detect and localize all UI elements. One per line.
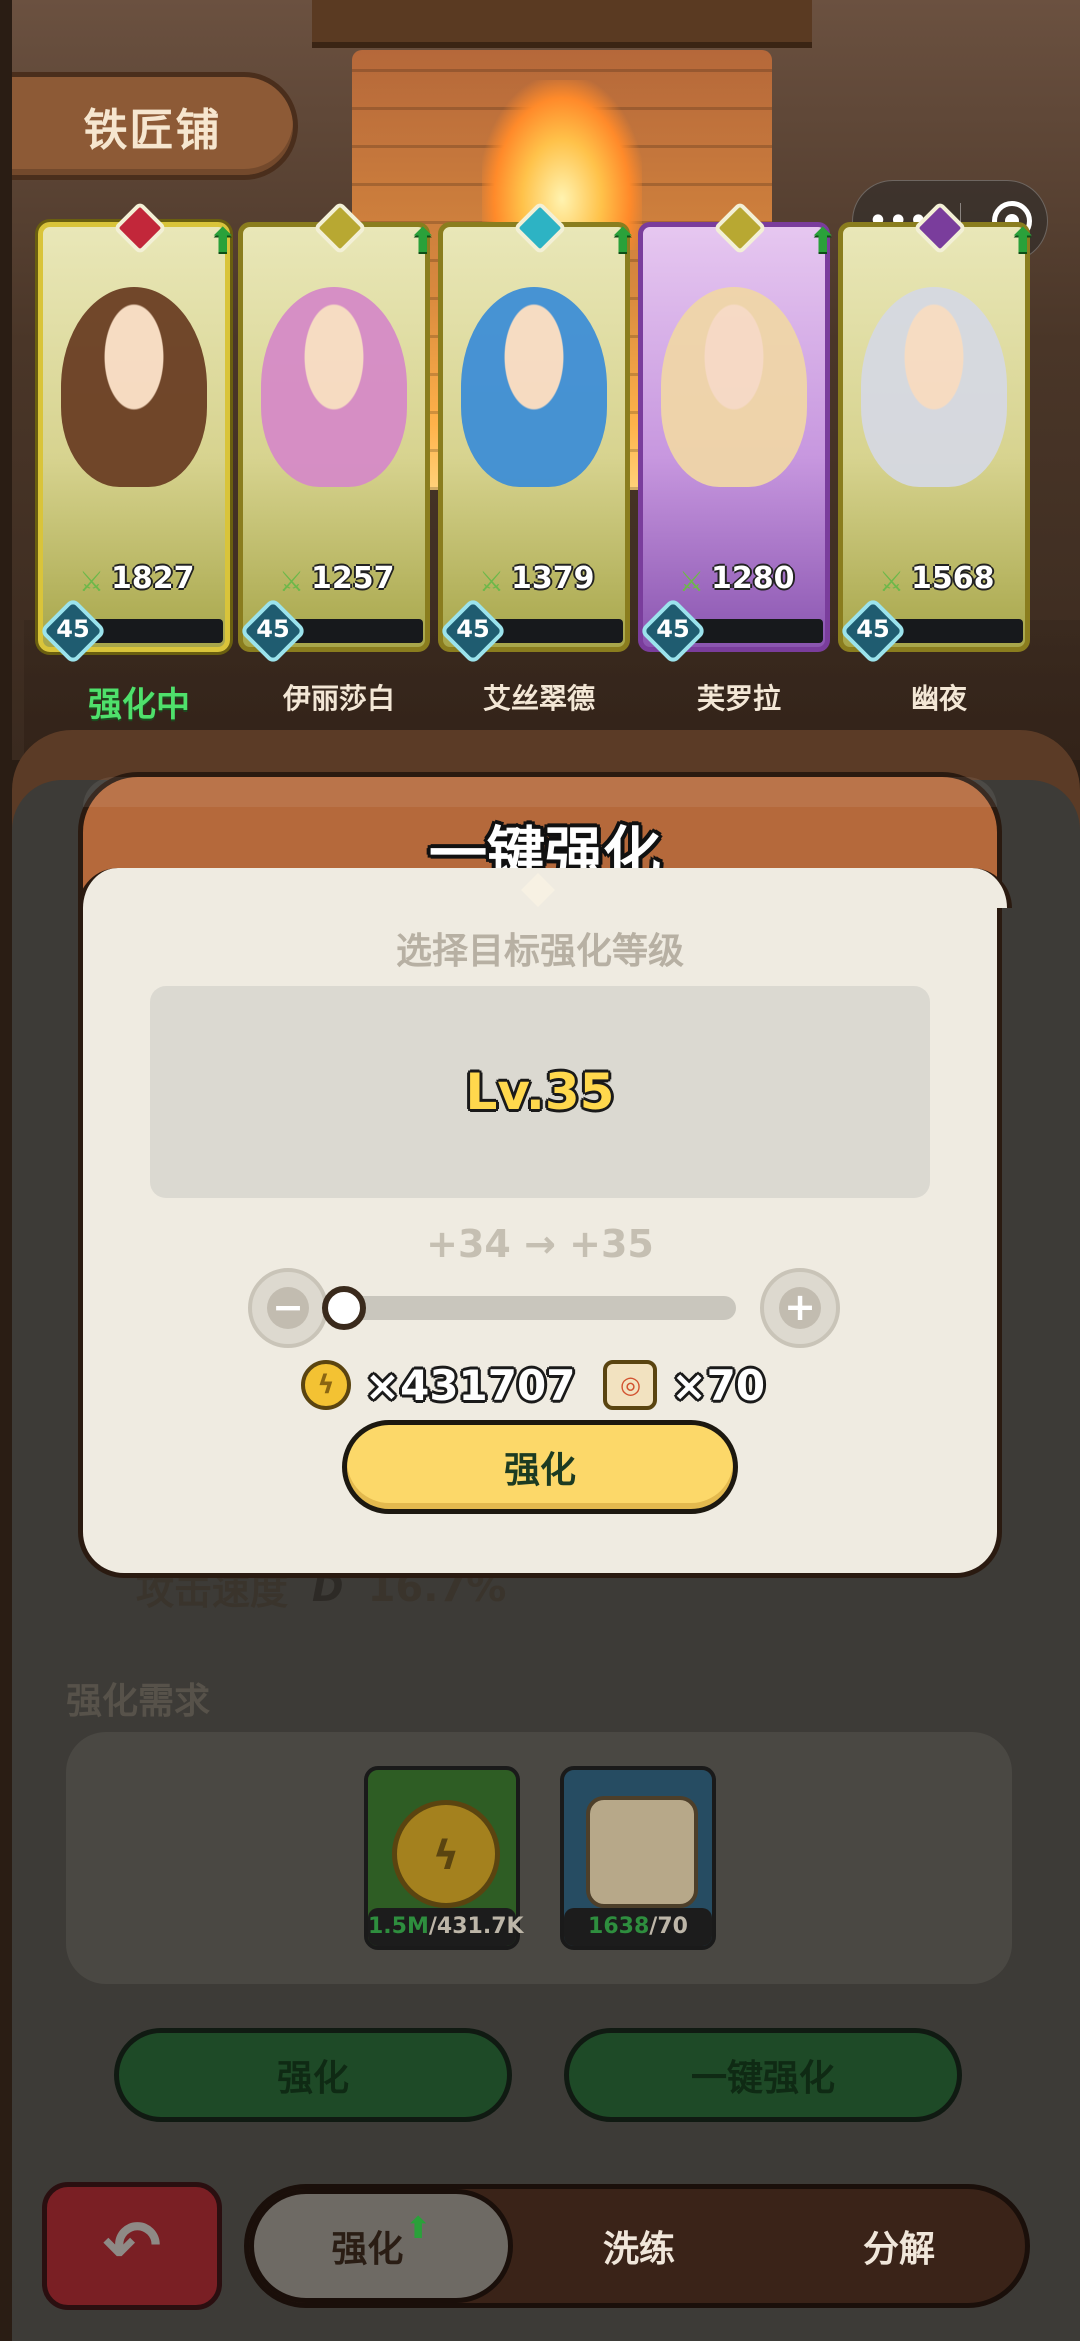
confirm-enhance-button[interactable]: 强化 bbox=[342, 1420, 738, 1514]
enhance-button[interactable]: 强化 bbox=[114, 2028, 512, 2122]
scroll-count: 1638/70 bbox=[564, 1908, 712, 1946]
class-emblem-icon bbox=[313, 201, 367, 255]
minus-icon: − bbox=[267, 1287, 309, 1329]
upgrade-arrow-icon: ⬆ bbox=[808, 221, 838, 261]
hero-power: 1827 bbox=[111, 561, 195, 596]
one-click-enhance-dialog: 一键强化 选择目标强化等级 Lv.35 +34 → +35 − + ϟ ×431… bbox=[78, 772, 1012, 1578]
hero-card[interactable]: ⬆ ⚔ 1568 45 幽夜 bbox=[838, 201, 1037, 715]
upgrade-arrow-icon: ⬆ bbox=[208, 221, 238, 261]
one-click-enhance-button[interactable]: 一键强化 bbox=[564, 2028, 962, 2122]
hero-name: 强化中 bbox=[88, 685, 190, 725]
hero-level: 45 bbox=[56, 615, 90, 643]
upgrade-arrow-icon: ⬆ bbox=[405, 2210, 431, 2246]
class-emblem-icon bbox=[913, 201, 967, 255]
tab-refine-label: 洗练 bbox=[602, 2229, 675, 2270]
dialog-subtitle: 选择目标强化等级 bbox=[395, 931, 684, 972]
requirements-box bbox=[66, 1732, 1012, 1984]
hero-card[interactable]: ⬆ ⚔ 1280 45 芙罗拉 bbox=[638, 201, 837, 715]
hero-card[interactable]: ⬆ ⚔ 1827 45 强化中 bbox=[38, 201, 237, 725]
hero-portrait bbox=[261, 287, 407, 487]
sword-icon: ⚔ bbox=[279, 565, 305, 598]
cost-row: ϟ ×431707 ◎ ×70 bbox=[78, 1350, 1002, 1420]
target-level-display: Lv.35 bbox=[150, 986, 930, 1198]
hero-name: 伊丽莎白 bbox=[282, 682, 395, 715]
hero-name: 芙罗拉 bbox=[696, 682, 781, 715]
scroll-icon: ◎ bbox=[603, 1360, 658, 1410]
hero-level: 45 bbox=[656, 615, 690, 643]
class-emblem-icon bbox=[713, 201, 767, 255]
title-banner: 铁匠铺 bbox=[12, 72, 298, 180]
class-emblem-icon bbox=[513, 201, 567, 255]
requirement-coin[interactable]: ϟ 1.5M/431.7K bbox=[364, 1766, 524, 1950]
hero-portrait bbox=[461, 287, 607, 487]
scroll-icon bbox=[586, 1796, 698, 1908]
hero-power: 1257 bbox=[311, 561, 395, 596]
requirements-title: 强化需求 bbox=[66, 1681, 211, 1722]
upgrade-arrow-icon: ⬆ bbox=[608, 221, 638, 261]
hero-level: 45 bbox=[256, 615, 290, 643]
hero-level: 45 bbox=[856, 615, 890, 643]
class-emblem-icon bbox=[113, 201, 167, 255]
upgrade-arrow-icon: ⬆ bbox=[408, 221, 438, 261]
sword-icon: ⚔ bbox=[879, 565, 905, 598]
slider-handle[interactable] bbox=[322, 1286, 366, 1330]
coin-icon: ϟ bbox=[392, 1800, 500, 1908]
hero-level: 45 bbox=[456, 615, 490, 643]
hero-portrait bbox=[861, 287, 1007, 487]
coin-count: 1.5M/431.7K bbox=[368, 1908, 524, 1946]
hero-portrait bbox=[61, 287, 207, 487]
back-button[interactable]: ↶ bbox=[42, 2182, 222, 2310]
target-level: Lv.35 bbox=[465, 1063, 615, 1121]
hero-portrait bbox=[661, 287, 807, 487]
hero-card[interactable]: ⬆ ⚔ 1257 45 伊丽莎白 bbox=[238, 201, 437, 715]
level-slider[interactable] bbox=[322, 1286, 736, 1330]
hero-power: 1568 bbox=[911, 561, 995, 596]
tab-dismantle[interactable]: 分解 bbox=[799, 2189, 999, 2303]
requirement-scroll[interactable]: 1638/70 bbox=[560, 1766, 716, 1950]
tab-enhance-label: 强化 bbox=[331, 2229, 404, 2270]
increase-level-button[interactable]: + bbox=[760, 1268, 840, 1348]
back-arrow-icon: ↶ bbox=[102, 2205, 162, 2287]
sword-icon: ⚔ bbox=[79, 565, 105, 598]
scroll-cost: ×70 bbox=[671, 1360, 766, 1410]
tab-enhance[interactable]: 强化 ⬆ bbox=[249, 2189, 513, 2303]
decrease-level-button[interactable]: − bbox=[248, 1268, 328, 1348]
hero-list: ⬆ ⚔ 1827 45 强化中 ⬆ ⚔ 1257 45 伊丽莎白 ⬆ ⚔ 137… bbox=[38, 201, 1038, 725]
upgrade-arrow-icon: ⬆ bbox=[1008, 221, 1038, 261]
coin-icon: ϟ bbox=[300, 1360, 351, 1410]
game-screen: 铁匠铺 ••• ⬆ ⚔ 1827 45 强化中 ⬆ ⚔ 1257 45 伊丽莎白… bbox=[0, 0, 1080, 2341]
tab-dismantle-label: 分解 bbox=[862, 2229, 935, 2270]
sword-icon: ⚔ bbox=[479, 565, 505, 598]
sword-icon: ⚔ bbox=[679, 565, 705, 598]
enhance-range: +34 → +35 bbox=[426, 1222, 654, 1266]
hero-name: 艾丝翠德 bbox=[482, 682, 595, 715]
hero-card[interactable]: ⬆ ⚔ 1379 45 艾丝翠德 bbox=[438, 201, 637, 715]
fireplace-mantel bbox=[312, 0, 812, 48]
tab-bar: 强化 ⬆ 洗练 分解 bbox=[244, 2184, 1030, 2308]
hero-power: 1379 bbox=[511, 561, 595, 596]
page-title: 铁匠铺 bbox=[83, 105, 222, 156]
hero-power: 1280 bbox=[711, 561, 795, 596]
coin-cost: ×431707 bbox=[364, 1360, 576, 1410]
tab-refine[interactable]: 洗练 bbox=[539, 2189, 739, 2303]
plus-icon: + bbox=[779, 1287, 821, 1329]
hero-name: 幽夜 bbox=[910, 682, 967, 715]
